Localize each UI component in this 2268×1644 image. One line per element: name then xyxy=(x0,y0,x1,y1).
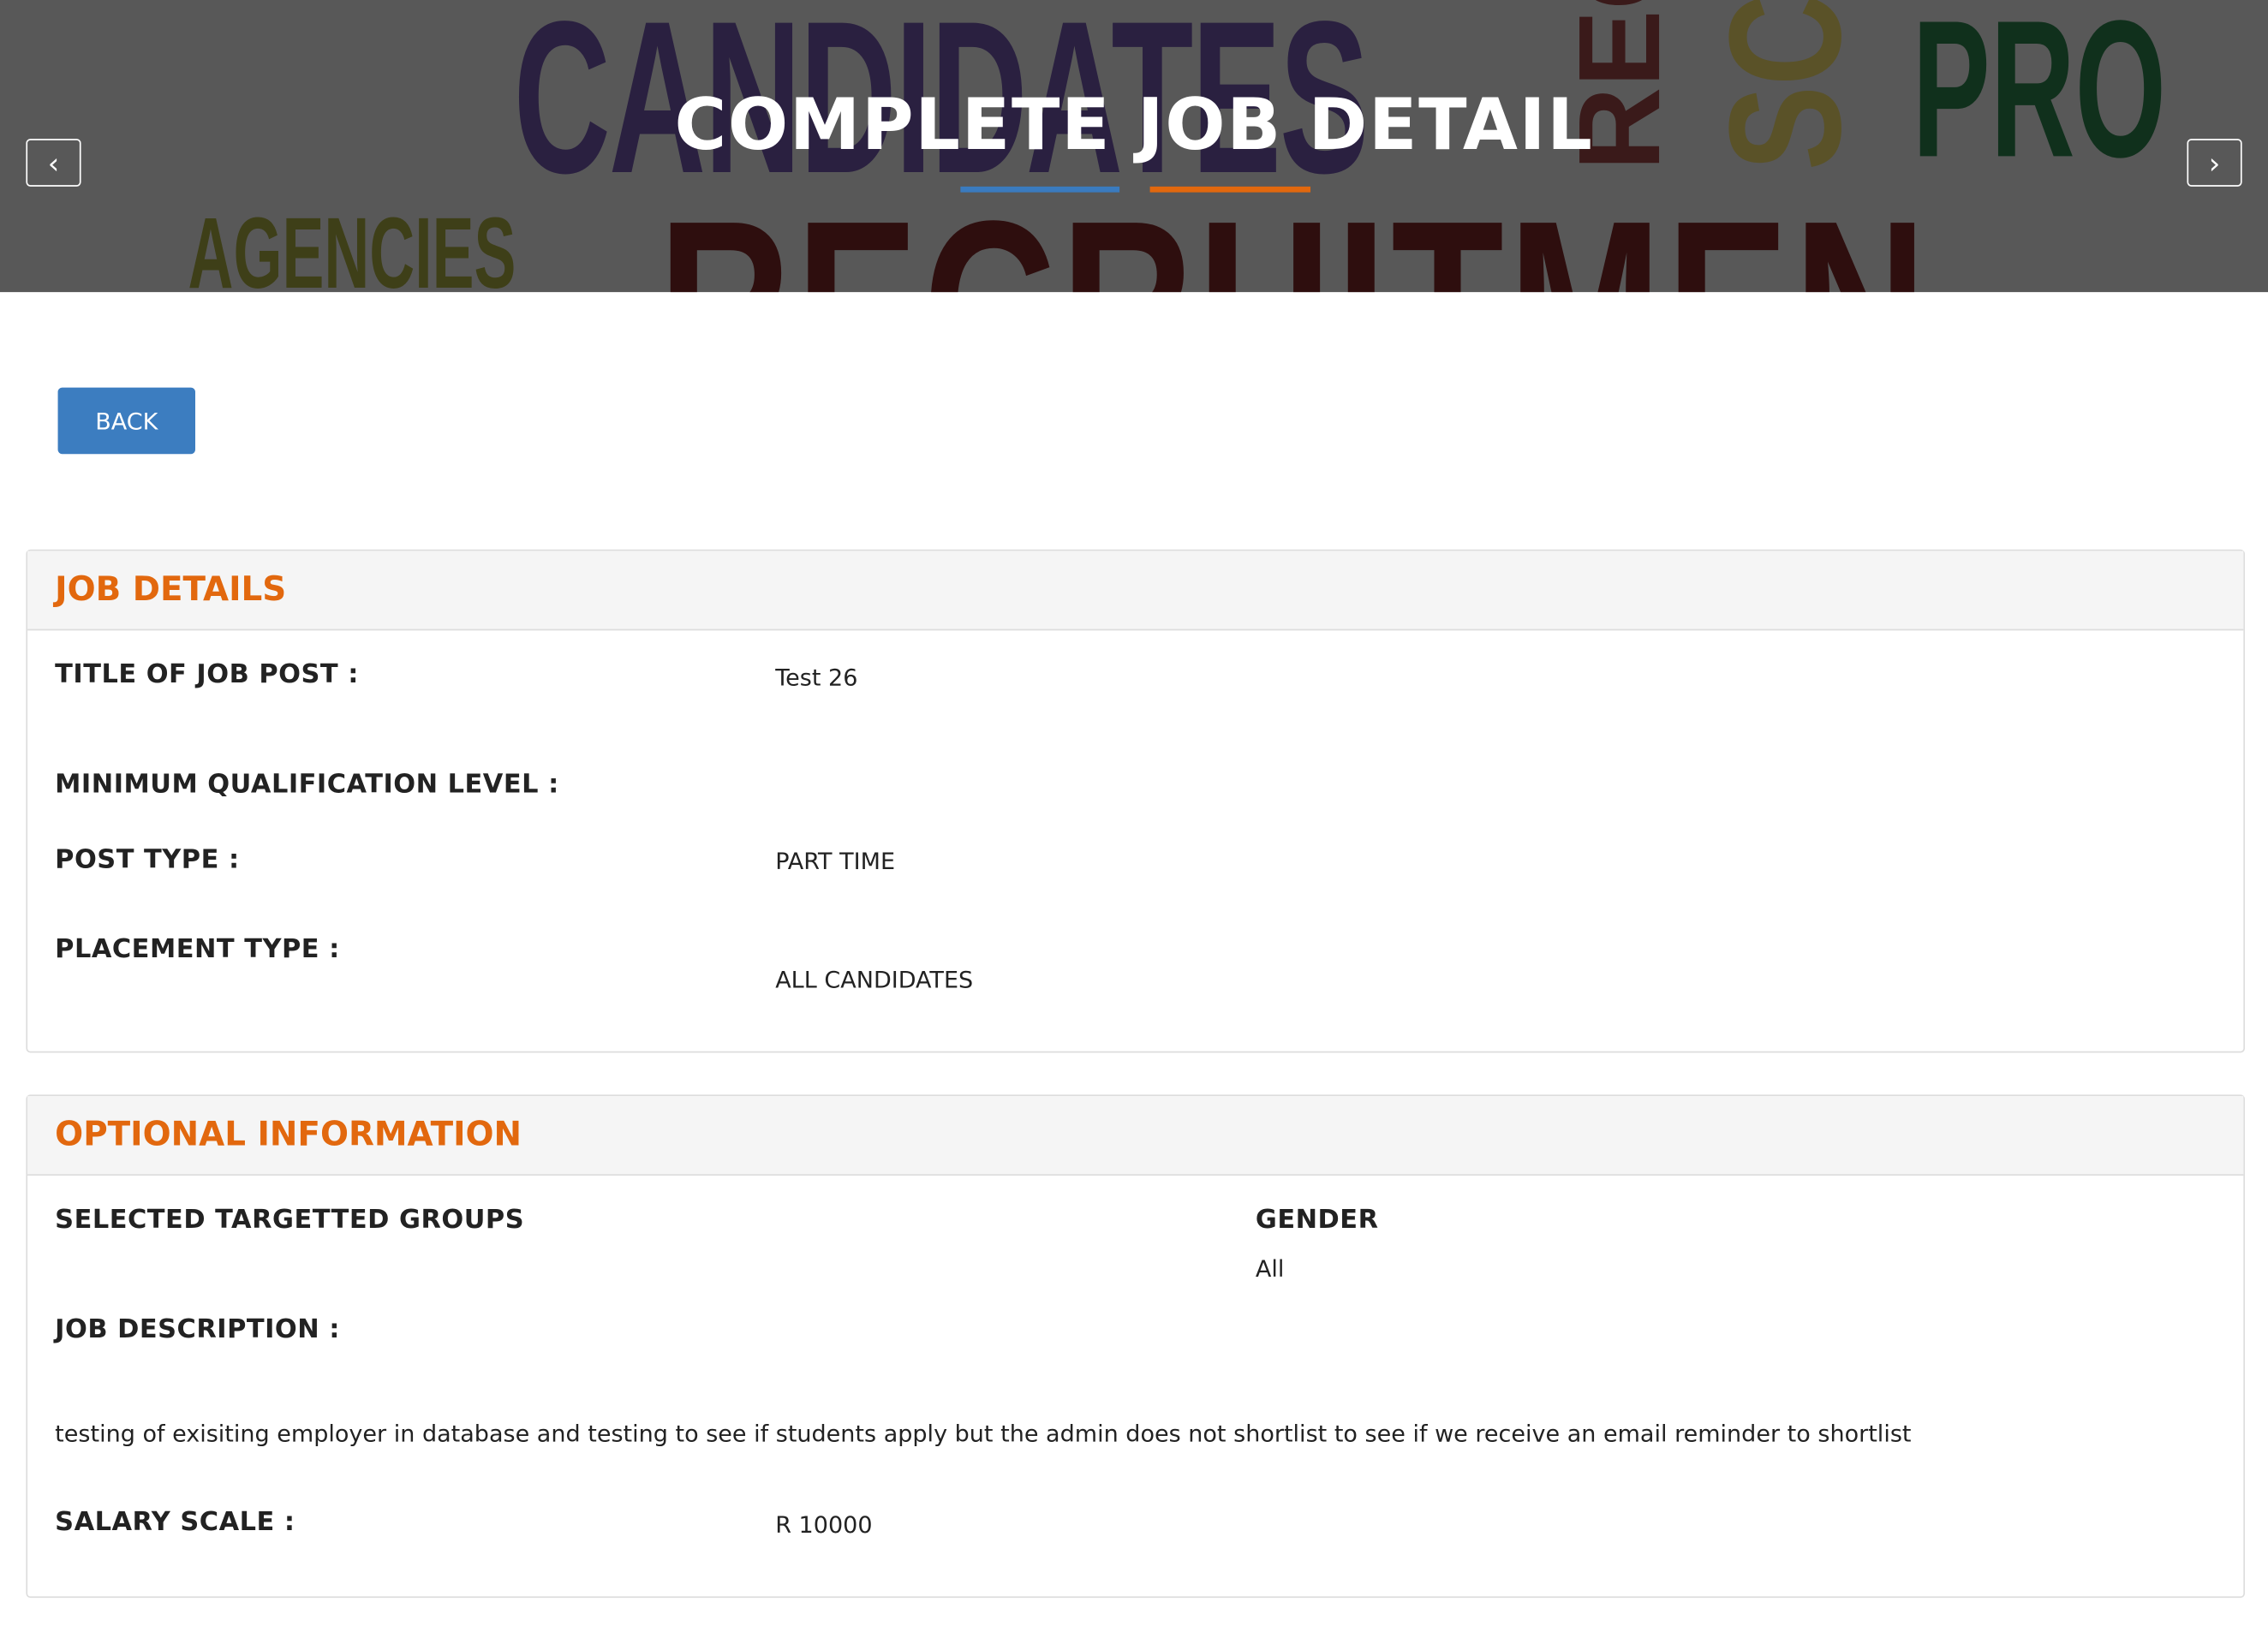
page: CANDIDATES REC SC PRO AGENCIES RECRUITME… xyxy=(0,0,2268,1642)
job-description-label: JOB DESCRIPTION : xyxy=(55,1314,340,1345)
page-title: COMPLETE JOB DETAIL xyxy=(674,83,1594,167)
placement-type-value: ALL CANDIDATES xyxy=(775,966,974,994)
job-details-heading: JOB DETAILS xyxy=(55,571,287,609)
job-title-label: TITLE OF JOB POST : xyxy=(55,659,359,690)
qualification-label: MINIMUM QUALIFICATION LEVEL : xyxy=(55,769,559,800)
placement-type-label: PLACEMENT TYPE : xyxy=(55,933,340,965)
gender-value: All xyxy=(1255,1254,1285,1283)
prev-slide-button[interactable]: ‹ xyxy=(26,139,81,187)
job-details-panel: JOB DETAILS xyxy=(26,549,2246,1053)
optional-information-heading: OPTIONAL INFORMATION xyxy=(55,1116,522,1154)
post-type-value: PART TIME xyxy=(775,847,896,875)
back-button[interactable]: BACK xyxy=(57,387,195,455)
gender-label: GENDER xyxy=(1255,1204,1379,1236)
chevron-right-icon: › xyxy=(2208,145,2221,181)
banner-bg-word: AGENCIES xyxy=(188,196,516,293)
job-title-value: Test 26 xyxy=(775,664,858,692)
job-description-value: testing of exisiting employer in databas… xyxy=(55,1420,1912,1448)
banner-bg-word: RECRUITMEN xyxy=(658,185,1931,292)
chevron-left-icon: ‹ xyxy=(47,145,60,181)
salary-scale-label: SALARY SCALE : xyxy=(55,1506,295,1538)
post-type-label: POST TYPE : xyxy=(55,844,240,875)
next-slide-button[interactable]: › xyxy=(2187,139,2242,187)
job-details-header xyxy=(27,551,2244,631)
targeted-groups-label: SELECTED TARGETTED GROUPS xyxy=(55,1204,525,1236)
salary-scale-value: R 10000 xyxy=(775,1510,873,1539)
optional-information-panel: OPTIONAL INFORMATION xyxy=(26,1094,2246,1599)
header-banner: CANDIDATES REC SC PRO AGENCIES RECRUITME… xyxy=(0,0,2268,293)
title-underline-orange xyxy=(1149,186,1311,193)
title-underline-blue xyxy=(960,186,1120,193)
